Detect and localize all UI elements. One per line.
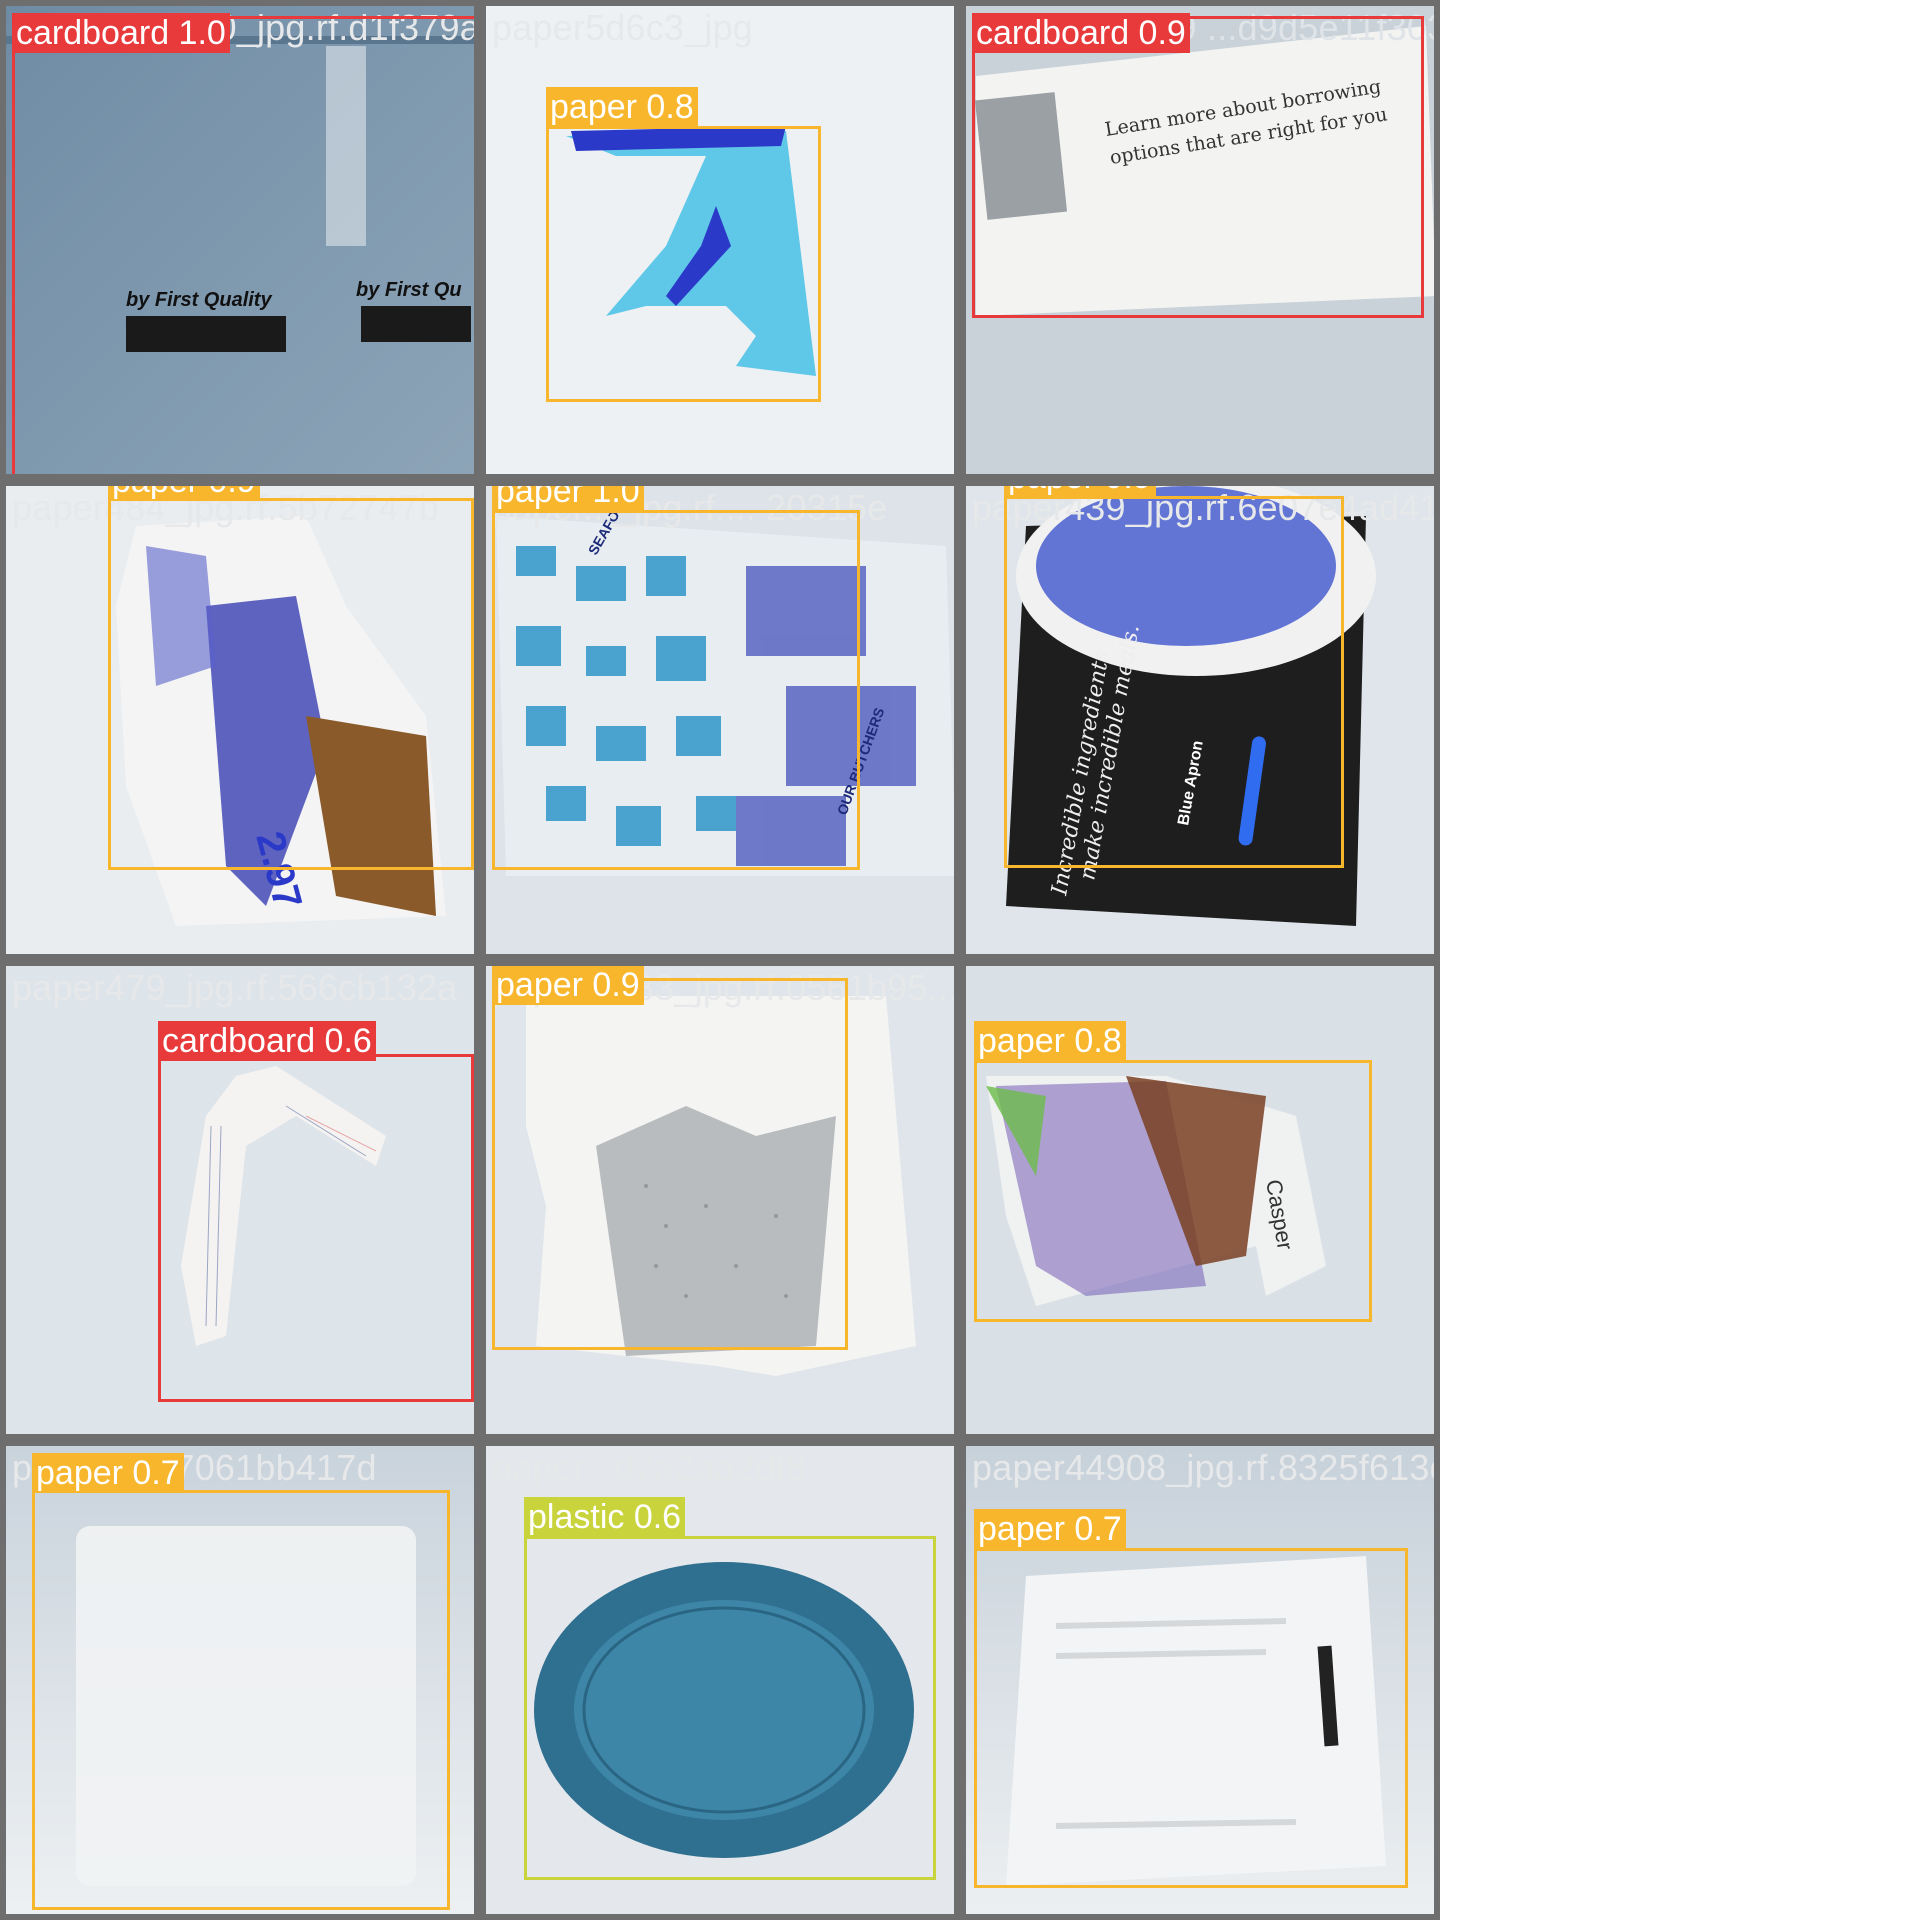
tile-filename: paper484_jpg.rf.5b72747b — [12, 487, 440, 528]
tile-3: Learn more about borrowing options that … — [960, 0, 1440, 480]
blue-plate-photo — [486, 1446, 954, 1914]
cardboard-box-photo: by First Quality by First Qu — [6, 6, 474, 474]
grocery-circular-photo: OUR BUTCHERS SEAFOOD — [486, 486, 954, 954]
envelope-photo: Learn more about borrowing options that … — [966, 6, 1434, 474]
tile-2: paper5d6c3_jpg paper 0.8 — [480, 0, 960, 480]
tile-12: paper44908_jpg.rf.8325f613de73cf100e0edf… — [960, 1440, 1440, 1920]
blue-paper-cutout-photo — [486, 6, 954, 474]
tile-9: Casper paper 0.8 — [960, 960, 1440, 1440]
tile-filename: cardboard 1.0_jpg.rf.d1f379a0b55d753eb30… — [12, 7, 480, 48]
tile-11: paper...d7a2aa2df8 plastic 0.6 — [480, 1440, 960, 1920]
tile-8: paper...783_jpg.rf.0561b95...d403d258589… — [480, 960, 960, 1440]
tile-filename: paper...783_jpg.rf.0561b95...d403d258589… — [492, 967, 960, 1008]
tile-6: Incredible ingredients make incredible m… — [960, 480, 1440, 960]
photo-text: by First Quality — [126, 289, 272, 311]
tile-filename: paper..._jpg.rf.... 20315e — [492, 487, 888, 528]
tile-1: by First Quality by First Qu cardboard 1… — [0, 0, 480, 480]
torn-envelope-photo — [486, 966, 954, 1434]
photo-text: by First Qu — [356, 279, 462, 301]
detection-mosaic: by First Quality by First Qu cardboard 1… — [0, 0, 1440, 1920]
tile-5: OUR BUTCHERS SEAFOOD paper..._jpg.rf....… — [480, 480, 960, 960]
folded-notepaper-photo — [6, 966, 474, 1434]
receipt-paper-photo — [966, 1446, 1434, 1914]
blank-paper-sheet-photo — [6, 1446, 474, 1914]
tile-10: p..._jpg.rf.7061bb417d paper 0.7 — [0, 1440, 480, 1920]
tile-filename: paper5d6c3_jpg — [492, 7, 754, 48]
casper-mailer-photo: Casper — [966, 966, 1434, 1434]
tile-filename: paper44908_jpg.rf.8325f613de73cf100e0edf… — [972, 1447, 1434, 1488]
tile-filename: paper...d7a2aa2df8 — [492, 1447, 806, 1488]
tile-filename: paper439_jpg.rf.6e07e4ad41516260522683eb — [972, 487, 1440, 528]
crumpled-flyer-photo: 2.97 — [6, 486, 474, 954]
tile-filename: cardboard 0.9 ...d9d5e11f303970cf00fe9b8… — [972, 7, 1434, 48]
tile-filename: p..._jpg.rf.7061bb417d — [12, 1447, 377, 1488]
tile-7: paper479_jpg.rf.566cb132a cardboard 0.6 — [0, 960, 480, 1440]
tile-4: 2.97 paper484_jpg.rf.5b72747b paper 0.9 — [0, 480, 480, 960]
blue-apron-card-photo: Incredible ingredients make incredible m… — [966, 486, 1434, 954]
tile-filename: paper479_jpg.rf.566cb132a — [12, 967, 458, 1008]
